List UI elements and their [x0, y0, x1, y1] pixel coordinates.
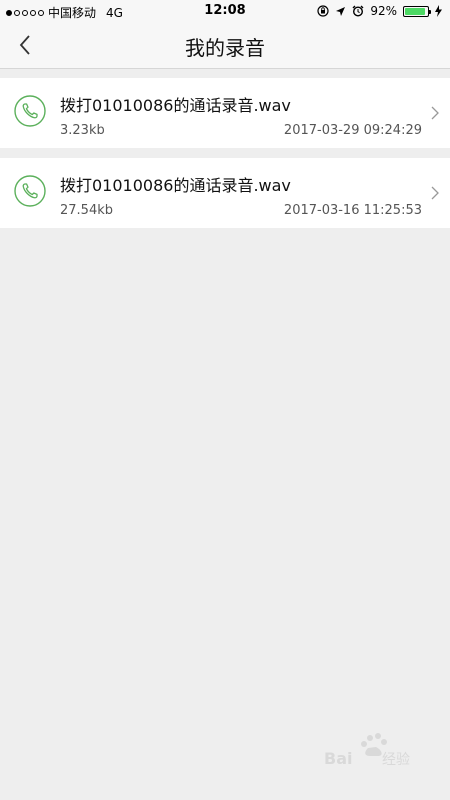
- recording-size: 27.54kb: [60, 203, 113, 218]
- status-bar: 中国移动 4G 12:08 92%: [0, 0, 450, 22]
- recording-list: 拨打01010086的通话录音.wav 3.23kb 2017-03-29 09…: [0, 78, 450, 238]
- battery-percent: 92%: [370, 4, 397, 18]
- svg-text:Bai: Bai: [324, 749, 352, 768]
- recording-size: 3.23kb: [60, 123, 105, 138]
- page-title: 我的录音: [185, 36, 265, 60]
- recording-item[interactable]: 拨打01010086的通话录音.wav 27.54kb 2017-03-16 1…: [0, 158, 450, 228]
- chevron-right-icon: [431, 186, 439, 200]
- charging-icon: [435, 5, 442, 17]
- recording-name: 拨打01010086的通话录音.wav: [60, 96, 291, 115]
- svg-text:经验: 经验: [382, 752, 410, 768]
- alarm-icon: [352, 5, 364, 17]
- recording-time: 2017-03-16 11:25:53: [283, 203, 422, 218]
- phone-icon: [14, 175, 46, 207]
- status-bar-right: 92%: [317, 4, 442, 18]
- recording-time: 2017-03-29 09:24:29: [283, 123, 422, 138]
- location-icon: [336, 6, 346, 16]
- lock-rotation-icon: [317, 5, 329, 17]
- navigation-bar: 我的录音: [0, 22, 450, 69]
- phone-icon: [14, 95, 46, 127]
- battery-icon: [403, 5, 431, 17]
- recording-name: 拨打01010086的通话录音.wav: [60, 176, 291, 195]
- chevron-right-icon: [431, 106, 439, 120]
- recording-item[interactable]: 拨打01010086的通话录音.wav 3.23kb 2017-03-29 09…: [0, 78, 450, 148]
- baidu-jingyan-watermark-logo: Bai 经验: [324, 733, 410, 768]
